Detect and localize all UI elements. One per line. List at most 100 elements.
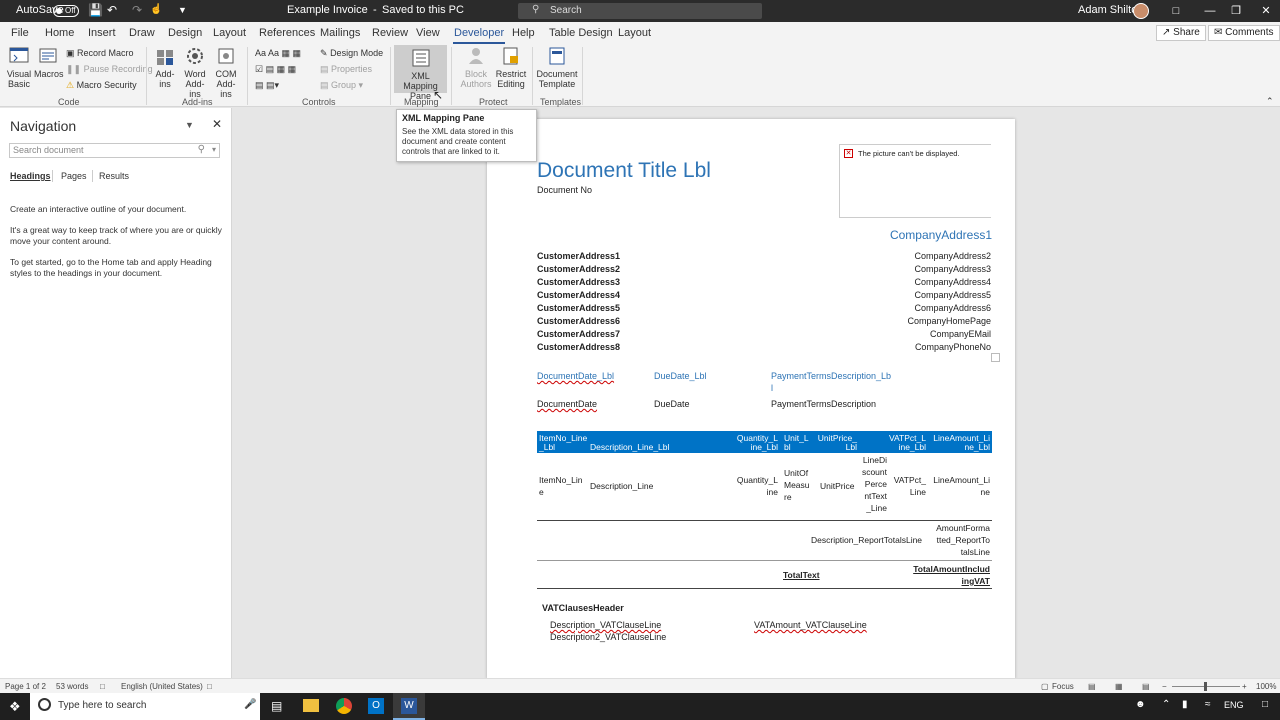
- restore-icon[interactable]: ❐: [1220, 0, 1252, 22]
- close-window-icon[interactable]: ✕: [1250, 0, 1280, 22]
- document-page[interactable]: Document Title Lbl Document No ✕ The pic…: [487, 119, 1015, 679]
- customer-address-3[interactable]: CustomerAddress3: [537, 277, 620, 287]
- company-address-5[interactable]: CompanyAddress5: [914, 290, 991, 300]
- pause-recording-button[interactable]: ❚❚ Pause Recording: [66, 64, 153, 75]
- header-item-no[interactable]: ItemNo_Line _Lbl: [539, 434, 587, 452]
- customer-address-8[interactable]: CustomerAddress8: [537, 342, 620, 352]
- show-hidden-icons[interactable]: ⌃: [1162, 699, 1170, 710]
- touch-mode-icon[interactable]: ☝: [150, 4, 162, 15]
- header-line-amount[interactable]: LineAmount_Li ne_Lbl: [927, 434, 990, 452]
- company-home-page[interactable]: CompanyHomePage: [907, 316, 991, 326]
- word-count[interactable]: 53 words: [56, 682, 88, 691]
- tab-references[interactable]: References: [259, 27, 315, 39]
- word-add-ins-button[interactable]: Word Add-ins: [180, 46, 210, 99]
- save-icon[interactable]: 💾: [88, 3, 103, 17]
- macros-button[interactable]: Macros: [34, 46, 64, 79]
- add-ins-button[interactable]: Add-ins: [152, 46, 178, 89]
- cell-description[interactable]: Description_Line: [590, 480, 653, 492]
- company-address-2[interactable]: CompanyAddress2: [914, 251, 991, 261]
- vat-clause-description2[interactable]: Description2_VATClauseLine: [550, 632, 666, 642]
- company-address-1[interactable]: CompanyAddress1: [890, 228, 992, 242]
- close-pane-icon[interactable]: ✕: [212, 117, 222, 131]
- cell-unit-price[interactable]: UnitPrice: [820, 480, 854, 492]
- tab-mailings[interactable]: Mailings: [320, 27, 360, 39]
- cell-unit[interactable]: UnitOf Measu re: [784, 467, 810, 503]
- tab-table-layout[interactable]: Layout: [618, 27, 651, 39]
- restrict-editing-button[interactable]: Restrict Editing: [495, 46, 527, 89]
- zoom-level[interactable]: 100%: [1256, 682, 1276, 691]
- file-explorer-icon[interactable]: [303, 699, 319, 712]
- tab-results[interactable]: Results: [99, 171, 129, 181]
- navigation-search-input[interactable]: Search document ⚲ ▾: [9, 143, 220, 158]
- company-email[interactable]: CompanyEMail: [930, 329, 991, 339]
- totals-description[interactable]: Description_ReportTotalsLine: [811, 534, 922, 546]
- tab-developer[interactable]: Developer: [452, 27, 506, 44]
- ribbon-display-options-icon[interactable]: □: [1160, 0, 1192, 22]
- payment-terms-label[interactable]: PaymentTermsDescription_Lb: [771, 371, 891, 381]
- header-vat-pct[interactable]: VATPct_L ine_Lbl: [883, 434, 926, 452]
- due-date-value[interactable]: DueDate: [654, 399, 690, 409]
- tab-view[interactable]: View: [416, 27, 440, 39]
- header-unit-price[interactable]: UnitPrice_ Lbl: [809, 434, 857, 452]
- language[interactable]: English (United States): [121, 682, 203, 691]
- tab-insert[interactable]: Insert: [88, 27, 116, 39]
- total-text[interactable]: TotalText: [783, 569, 820, 581]
- microphone-icon[interactable]: 🎤: [244, 699, 256, 710]
- redo-icon[interactable]: ↷: [132, 3, 142, 17]
- document-title[interactable]: Document Title Lbl: [537, 159, 711, 183]
- zoom-out-icon[interactable]: −: [1162, 682, 1167, 691]
- word-taskbar-button[interactable]: W: [393, 693, 425, 720]
- wifi-icon[interactable]: ≈: [1205, 699, 1211, 710]
- payment-terms-label-cont[interactable]: l: [771, 383, 773, 393]
- customer-address-2[interactable]: CustomerAddress2: [537, 264, 620, 274]
- cell-line-amount[interactable]: LineAmount_Li ne: [927, 474, 990, 498]
- proofing-icon[interactable]: □: [100, 682, 105, 691]
- vat-clauses-header[interactable]: VATClausesHeader: [542, 603, 624, 613]
- company-phone-no[interactable]: CompanyPhoneNo: [915, 342, 991, 352]
- avatar[interactable]: [1133, 3, 1149, 19]
- focus-icon[interactable]: ▢: [1041, 682, 1049, 691]
- autosave-toggle[interactable]: Off: [53, 5, 79, 17]
- taskbar-search-box[interactable]: Type here to search 🎤: [30, 693, 260, 720]
- search-icon[interactable]: ⚲: [198, 144, 205, 155]
- vat-clause-amount[interactable]: VATAmount_VATClauseLine: [754, 620, 867, 630]
- outlook-icon[interactable]: O: [368, 698, 384, 714]
- input-language[interactable]: ENG: [1224, 700, 1244, 710]
- legacy-tools-icons[interactable]: ▤ ▤▾: [255, 80, 279, 91]
- tab-help[interactable]: Help: [512, 27, 535, 39]
- undo-icon[interactable]: ↶: [107, 3, 117, 17]
- comments-button[interactable]: ✉ Comments: [1208, 25, 1280, 41]
- people-icon[interactable]: ☻: [1135, 699, 1146, 710]
- payment-terms-value[interactable]: PaymentTermsDescription: [771, 399, 876, 409]
- customer-address-7[interactable]: CustomerAddress7: [537, 329, 620, 339]
- task-view-icon[interactable]: ▤: [271, 699, 282, 713]
- due-date-label[interactable]: DueDate_Lbl: [654, 371, 707, 381]
- company-address-6[interactable]: CompanyAddress6: [914, 303, 991, 313]
- xml-mapping-pane-button[interactable]: XML Mapping Pane: [394, 45, 447, 101]
- tab-design[interactable]: Design: [168, 27, 202, 39]
- page-count[interactable]: Page 1 of 2: [5, 682, 46, 691]
- text-controls-icons[interactable]: Aa Aa ▦ ▦: [255, 48, 301, 59]
- title-search-box[interactable]: ⚲ Search: [518, 3, 762, 19]
- vat-clause-description[interactable]: Description_VATClauseLine: [550, 620, 661, 630]
- web-layout-icon[interactable]: ▤: [1142, 682, 1150, 691]
- document-number[interactable]: Document No: [537, 185, 592, 195]
- customer-address-1[interactable]: CustomerAddress1: [537, 251, 620, 261]
- block-authors-button[interactable]: Block Authors: [456, 46, 496, 89]
- windows-start-icon[interactable]: ❖: [9, 699, 21, 715]
- tab-draw[interactable]: Draw: [129, 27, 155, 39]
- tab-layout[interactable]: Layout: [213, 27, 246, 39]
- properties-button[interactable]: ▤ Properties: [320, 64, 372, 75]
- collapse-ribbon-icon[interactable]: ⌃: [1266, 96, 1274, 107]
- header-quantity[interactable]: Quantity_L ine_Lbl: [727, 434, 778, 452]
- company-address-4[interactable]: CompanyAddress4: [914, 277, 991, 287]
- tab-review[interactable]: Review: [372, 27, 408, 39]
- tab-file[interactable]: File: [11, 27, 29, 39]
- chrome-icon[interactable]: [336, 698, 352, 714]
- design-mode-button[interactable]: ✎ Design Mode: [320, 48, 383, 59]
- tab-home[interactable]: Home: [45, 27, 74, 39]
- zoom-slider-handle[interactable]: [1204, 682, 1207, 691]
- search-options-icon[interactable]: ▾: [212, 145, 216, 154]
- customer-address-4[interactable]: CustomerAddress4: [537, 290, 620, 300]
- pane-options-icon[interactable]: ▼: [185, 120, 194, 130]
